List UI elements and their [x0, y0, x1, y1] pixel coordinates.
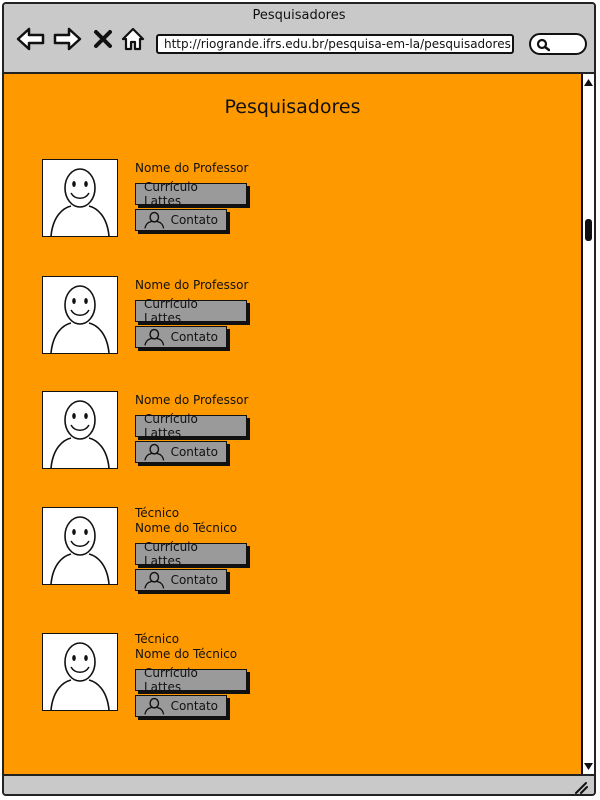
scroll-thumb[interactable]	[585, 219, 592, 241]
contato-label: Contato	[170, 213, 218, 227]
status-bar	[4, 774, 594, 794]
researcher-info: Técnico Nome do Técnico Currículo Lattes…	[135, 632, 247, 719]
browser-titlebar: Pesquisadores http://riogrande.ifrs.edu.…	[4, 4, 594, 74]
researcher-card: Nome do Professor Currículo Lattes Conta…	[42, 159, 442, 239]
researcher-info: Técnico Nome do Técnico Currículo Lattes…	[135, 506, 247, 593]
arrow-right-icon	[53, 27, 82, 51]
user-icon	[144, 328, 165, 346]
search-icon	[536, 38, 550, 52]
triangle-up-icon	[584, 78, 593, 86]
window-title: Pesquisadores	[252, 8, 346, 23]
curriculo-lattes-label: Currículo Lattes	[144, 180, 198, 208]
smiley-person-icon	[50, 285, 110, 354]
contato-button[interactable]: Contato	[135, 209, 227, 231]
curriculo-lattes-label: Currículo Lattes	[144, 666, 198, 694]
researcher-name: Nome do Professor	[135, 278, 249, 292]
contato-button[interactable]: Contato	[135, 441, 227, 463]
researcher-name: Nome do Técnico	[135, 521, 238, 535]
curriculo-lattes-button[interactable]: Currículo Lattes	[135, 180, 247, 208]
home-icon	[121, 27, 145, 51]
arrow-left-icon	[16, 27, 45, 51]
page-content: Pesquisadores Nome do Professor Currícul…	[4, 74, 581, 774]
researcher-card: Nome do Professor Currículo Lattes Conta…	[42, 391, 442, 471]
researcher-role: Técnico	[135, 632, 180, 646]
curriculo-lattes-button[interactable]: Currículo Lattes	[135, 666, 247, 694]
researcher-card: Nome do Professor Currículo Lattes Conta…	[42, 276, 442, 356]
forward-button[interactable]	[52, 24, 82, 54]
back-button[interactable]	[16, 24, 46, 54]
page-title: Pesquisadores	[224, 96, 361, 118]
contato-label: Contato	[170, 699, 218, 713]
avatar	[42, 633, 118, 711]
user-icon	[144, 571, 165, 589]
contato-button[interactable]: Contato	[135, 695, 227, 717]
smiley-person-icon	[50, 400, 110, 469]
smiley-person-icon	[50, 642, 110, 711]
smiley-person-icon	[50, 168, 110, 237]
curriculo-lattes-label: Currículo Lattes	[144, 412, 198, 440]
researcher-role: Técnico	[135, 506, 180, 520]
home-button[interactable]	[118, 24, 148, 54]
close-icon	[94, 30, 112, 48]
contato-button[interactable]: Contato	[135, 326, 227, 348]
scroll-up-button[interactable]	[583, 76, 594, 88]
user-icon	[144, 697, 165, 715]
curriculo-lattes-button[interactable]: Currículo Lattes	[135, 297, 247, 325]
contato-label: Contato	[170, 445, 218, 459]
avatar	[42, 507, 118, 585]
researcher-name: Nome do Técnico	[135, 647, 238, 661]
search-field[interactable]	[529, 33, 587, 55]
curriculo-lattes-button[interactable]: Currículo Lattes	[135, 540, 247, 568]
avatar	[42, 159, 118, 237]
researcher-name: Nome do Professor	[135, 161, 249, 175]
curriculo-lattes-button[interactable]: Currículo Lattes	[135, 412, 247, 440]
browser-window: Pesquisadores http://riogrande.ifrs.edu.…	[2, 2, 596, 796]
researcher-name: Nome do Professor	[135, 393, 249, 407]
smiley-person-icon	[50, 516, 110, 585]
contato-label: Contato	[170, 330, 218, 344]
stop-button[interactable]	[88, 24, 118, 54]
avatar	[42, 391, 118, 469]
user-icon	[144, 211, 165, 229]
contato-button[interactable]: Contato	[135, 569, 227, 591]
avatar	[42, 276, 118, 354]
contato-label: Contato	[170, 573, 218, 587]
curriculo-lattes-label: Currículo Lattes	[144, 297, 198, 325]
vertical-scrollbar[interactable]	[581, 74, 594, 774]
researcher-info: Nome do Professor Currículo Lattes Conta…	[135, 278, 248, 350]
curriculo-lattes-label: Currículo Lattes	[144, 540, 198, 568]
researcher-card: Técnico Nome do Técnico Currículo Lattes…	[42, 632, 442, 717]
scroll-down-button[interactable]	[583, 760, 594, 772]
address-bar[interactable]: http://riogrande.ifrs.edu.br/pesquisa-em…	[156, 34, 514, 54]
researcher-card: Técnico Nome do Técnico Currículo Lattes…	[42, 506, 442, 591]
researcher-info: Nome do Professor Currículo Lattes Conta…	[135, 393, 248, 465]
user-icon	[144, 443, 165, 461]
researcher-info: Nome do Professor Currículo Lattes Conta…	[135, 161, 248, 233]
resize-grip-icon[interactable]	[572, 780, 588, 794]
triangle-down-icon	[584, 762, 593, 770]
